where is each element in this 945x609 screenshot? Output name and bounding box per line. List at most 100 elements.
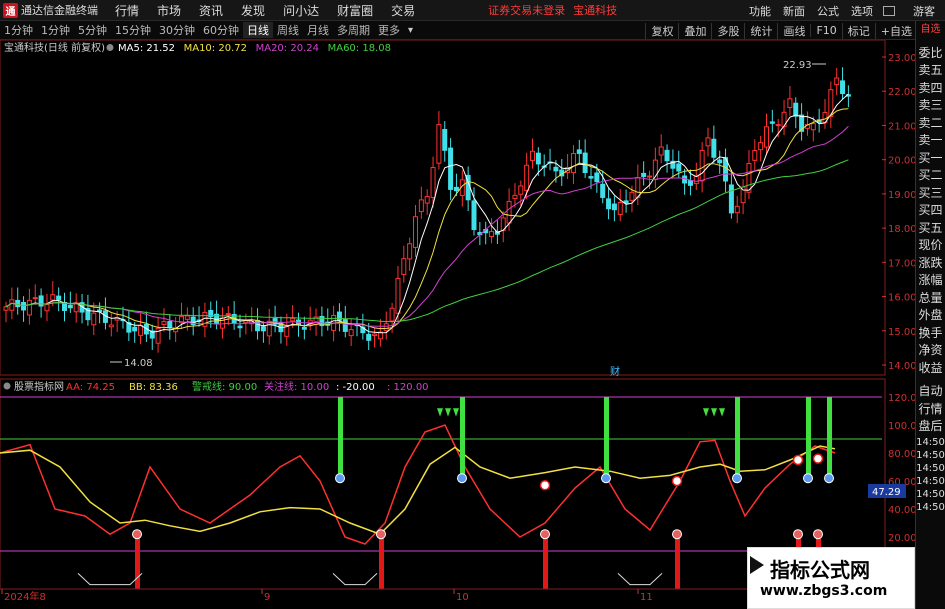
period-15min[interactable]: 15分钟 bbox=[111, 22, 155, 38]
menu-faxian[interactable]: 发现 bbox=[232, 2, 274, 19]
price-tick-label: 14.00 bbox=[888, 361, 915, 372]
period-weekly[interactable]: 周线 bbox=[273, 22, 303, 38]
price-axis: 23.00 22.00 21.00 20.00 19.00 18.00 17.00 16.00… bbox=[888, 53, 917, 372]
diejia-button[interactable]: 叠加 bbox=[678, 22, 711, 39]
quote-field: 卖二 bbox=[918, 115, 943, 130]
quote-mode-button[interactable]: 行情 bbox=[916, 401, 945, 419]
quote-field: 卖五 bbox=[918, 63, 943, 77]
candle-body bbox=[9, 299, 15, 311]
candle-body bbox=[518, 185, 524, 195]
candle-body bbox=[647, 175, 652, 178]
huaxian-button[interactable]: 画线 bbox=[777, 22, 810, 39]
candle-body bbox=[3, 306, 9, 311]
ma-legend-item: MA10: 20.72 bbox=[184, 43, 247, 54]
candle-body bbox=[641, 172, 647, 177]
candle-body bbox=[44, 304, 50, 312]
menu-caifuquan[interactable]: 财富圈 bbox=[328, 2, 382, 19]
stock-chart-svg[interactable]: 宝通科技(日线 前复权) MA5: 21.52 MA10: 20.72 MA20: … bbox=[0, 39, 923, 603]
period-1min-b[interactable]: 1分钟 bbox=[37, 22, 74, 38]
indicator-settings-dot-icon[interactable] bbox=[3, 382, 11, 390]
menu-xinmian[interactable]: 新面 bbox=[777, 3, 811, 19]
buy-signal-bar bbox=[460, 397, 465, 476]
candle-body bbox=[576, 149, 582, 154]
candle-body bbox=[366, 333, 372, 341]
high-price-label: 22.93 bbox=[783, 60, 812, 71]
period-1min-a[interactable]: 1分钟 bbox=[0, 22, 37, 38]
duogu-button[interactable]: 多股 bbox=[711, 22, 744, 39]
menu-zixun[interactable]: 资讯 bbox=[190, 2, 232, 19]
period-60min[interactable]: 60分钟 bbox=[199, 22, 243, 38]
candle-body bbox=[50, 294, 56, 301]
chart-area[interactable]: 宝通科技(日线 前复权) MA5: 21.52 MA10: 20.72 MA20: … bbox=[0, 39, 923, 603]
candle-body bbox=[769, 121, 775, 124]
candle-body bbox=[32, 297, 38, 300]
trade-time: 14:50 bbox=[916, 488, 945, 500]
menu-hangqing[interactable]: 行情 bbox=[106, 2, 148, 19]
candle-body bbox=[524, 164, 530, 191]
candle-body bbox=[401, 258, 407, 275]
period-monthly[interactable]: 月线 bbox=[303, 22, 333, 38]
window-icon[interactable] bbox=[883, 5, 895, 16]
candle-body bbox=[56, 295, 62, 301]
candle-body bbox=[611, 203, 617, 211]
period-30min[interactable]: 30分钟 bbox=[155, 22, 199, 38]
period-multi[interactable]: 多周期 bbox=[333, 22, 374, 38]
quote-field: 买二 bbox=[918, 168, 943, 182]
period-more[interactable]: 更多 bbox=[374, 22, 404, 38]
period-daily[interactable]: 日线 bbox=[243, 22, 273, 38]
fuquan-button[interactable]: 复权 bbox=[645, 22, 678, 39]
rp-zixuan[interactable]: 自选 bbox=[916, 21, 945, 39]
candle-body bbox=[617, 202, 623, 215]
menu-gongshi[interactable]: 公式 bbox=[811, 3, 845, 19]
candle-body bbox=[219, 317, 225, 329]
candle-body bbox=[442, 129, 448, 151]
candle-body bbox=[734, 205, 740, 214]
sell-signal-dot bbox=[672, 529, 682, 540]
menu-shichang[interactable]: 市场 bbox=[148, 2, 190, 19]
menu-gongneng[interactable]: 功能 bbox=[743, 3, 777, 19]
chevron-down-icon[interactable]: ▾ bbox=[404, 25, 417, 36]
menu-wenxiaoda[interactable]: 问小达 bbox=[274, 2, 328, 19]
time-tick-label: 2024年8 bbox=[4, 590, 46, 600]
indicator-param: 警戒线: 90.00 bbox=[192, 380, 257, 393]
trade-time: 14:50 bbox=[916, 501, 945, 513]
buy-signal-bar bbox=[806, 397, 811, 476]
buy-signal-bar bbox=[604, 397, 609, 476]
candle-body bbox=[711, 138, 717, 158]
main-chart-title: 宝通科技(日线 前复权) bbox=[4, 41, 105, 54]
buy-signal-dot bbox=[732, 473, 742, 484]
tongji-button[interactable]: 统计 bbox=[744, 22, 777, 39]
candle-body bbox=[108, 324, 114, 328]
period-5min[interactable]: 5分钟 bbox=[74, 22, 111, 38]
menu-xuanxiang[interactable]: 选项 bbox=[845, 3, 879, 19]
guest-user[interactable]: 游客 bbox=[899, 3, 945, 19]
f10-button[interactable]: F10 bbox=[810, 24, 841, 37]
candle-body bbox=[161, 321, 167, 325]
zixuan-button[interactable]: +自选 bbox=[874, 22, 917, 39]
candle-body bbox=[383, 323, 389, 332]
candle-body bbox=[588, 176, 594, 179]
candle-body bbox=[506, 200, 512, 224]
cai-marker: 财 bbox=[610, 365, 620, 378]
price-tick-label: 20.00 bbox=[888, 156, 915, 167]
menu-jiaoyi[interactable]: 交易 bbox=[382, 2, 424, 19]
indicator-param: : 120.00 bbox=[387, 382, 429, 393]
candle-body bbox=[260, 326, 266, 332]
watermark-url: www.zbgs3.com bbox=[760, 583, 888, 599]
sell-signal-bar bbox=[543, 537, 548, 589]
candle-body bbox=[664, 149, 670, 162]
time-tick-label: 11 bbox=[640, 592, 653, 600]
candle-body bbox=[418, 199, 424, 213]
settings-dot-icon[interactable] bbox=[106, 44, 114, 51]
quote-list: 委比 卖五 卖四 卖三 卖二 卖一 买一 买二 买三 买四 买五 现价 涨跌 涨幅 总量 外盘 换手 净资 收益 bbox=[916, 45, 945, 378]
quote-mode-button[interactable]: 盘后 bbox=[916, 418, 945, 436]
biaoji-button[interactable]: 标记 bbox=[841, 22, 875, 39]
buy-signal-dot bbox=[457, 473, 467, 484]
candle-body bbox=[629, 191, 635, 201]
trade-login-status[interactable]: 证券交易未登录 bbox=[484, 2, 569, 18]
candle-body bbox=[705, 137, 711, 147]
candle-body bbox=[424, 196, 430, 204]
quote-mode-button[interactable]: 自动 bbox=[916, 383, 945, 401]
trade-time: 14:50 bbox=[916, 436, 945, 448]
cross-signal-icon bbox=[539, 479, 551, 491]
